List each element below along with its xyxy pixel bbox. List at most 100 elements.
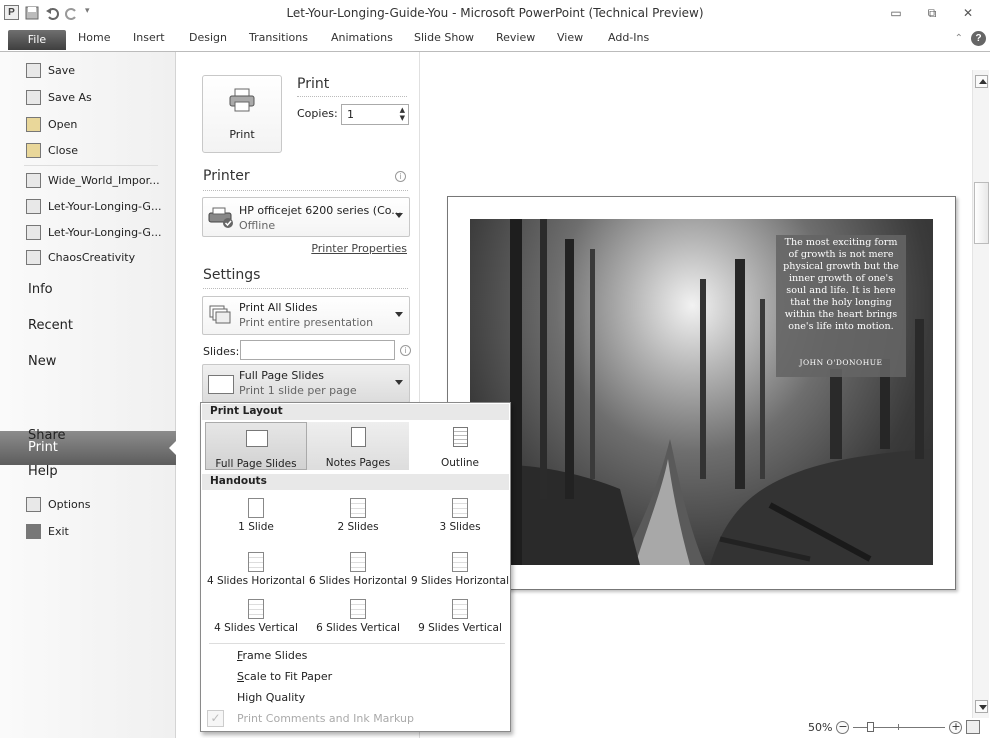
zoom-slider-thumb[interactable] <box>867 721 875 732</box>
minimize-ribbon-icon[interactable]: ⌃ <box>955 33 963 44</box>
info-icon[interactable]: i <box>400 345 411 356</box>
printer-properties-link[interactable]: Printer Properties <box>311 242 407 255</box>
tab-insert[interactable]: Insert <box>133 31 165 44</box>
handout-4-slides-horizontal[interactable]: 4 Slides Horizontal <box>205 552 307 592</box>
nav-close[interactable]: Close <box>26 143 78 158</box>
printer-status: Offline <box>239 219 276 232</box>
zoom-slider[interactable] <box>853 721 946 732</box>
handout-6-slides-vertical[interactable]: 6 Slides Vertical <box>307 599 409 639</box>
scale-to-fit-option[interactable]: Scale to Fit Paper <box>237 670 332 683</box>
close-file-icon <box>26 143 41 158</box>
checkmark-icon: ✓ <box>207 710 224 727</box>
recent-file-3[interactable]: Let-Your-Longing-G... <box>26 225 161 240</box>
high-quality-option[interactable]: High Quality <box>237 691 305 704</box>
recent-file-4[interactable]: ChaosCreativity <box>26 250 135 265</box>
handout-6-vertical-icon <box>350 599 366 619</box>
handout-9-slides-horizontal[interactable]: 9 Slides Horizontal <box>409 552 511 592</box>
recent-file-1[interactable]: Wide_World_Impor... <box>26 173 160 188</box>
print-layout-menu: Print Layout Full Page Slides Notes Page… <box>200 402 511 732</box>
popup-divider <box>209 643 505 644</box>
print-range-dropdown[interactable]: Print All Slides Print entire presentati… <box>202 296 410 335</box>
printer-heading-rule <box>203 190 408 191</box>
nav-exit[interactable]: Exit <box>26 524 69 539</box>
pptx-file-icon <box>26 173 41 188</box>
layout-full-page-slides[interactable]: Full Page Slides <box>205 422 307 470</box>
nav-info[interactable]: Info <box>28 282 53 297</box>
chevron-down-icon <box>395 213 403 218</box>
handout-2-slides[interactable]: 2 Slides <box>307 498 409 538</box>
handout-6-slides-horizontal[interactable]: 6 Slides Horizontal <box>307 552 409 592</box>
slides-input[interactable] <box>240 340 395 360</box>
quote-box: The most exciting form of growth is not … <box>776 235 906 377</box>
tab-transitions[interactable]: Transitions <box>249 31 308 44</box>
close-icon[interactable]: ✕ <box>950 2 986 24</box>
scroll-up-button[interactable] <box>975 75 988 88</box>
tab-animations[interactable]: Animations <box>331 31 393 44</box>
print-button[interactable]: Print <box>202 75 282 153</box>
ribbon-tabs: File Home Insert Design Transitions Anim… <box>0 27 990 52</box>
copies-spinner[interactable]: ▲ ▼ <box>400 106 405 122</box>
nav-options[interactable]: Options <box>26 497 90 512</box>
print-range-label: Print All Slides <box>239 301 318 314</box>
tab-view[interactable]: View <box>557 31 583 44</box>
tab-home[interactable]: Home <box>78 31 110 44</box>
print-layout-dropdown[interactable]: Full Page Slides Print 1 slide per page <box>202 364 410 403</box>
pptx-file-icon <box>26 250 41 265</box>
help-icon[interactable]: ? <box>971 31 986 46</box>
layout-label: Full Page Slides <box>215 458 297 470</box>
zoom-level[interactable]: 50% <box>808 721 832 734</box>
handout-3-slides-icon <box>452 498 468 518</box>
handout-9-slides-vertical[interactable]: 9 Slides Vertical <box>409 599 511 639</box>
ribbon-right-controls: ⌃ ? <box>955 31 986 46</box>
layout-outline[interactable]: Outline <box>409 422 511 470</box>
layout-label: Notes Pages <box>325 457 391 469</box>
pptx-file-icon <box>26 199 41 214</box>
nav-help[interactable]: Help <box>28 464 58 479</box>
printer-dropdown[interactable]: HP officejet 6200 series (Co... Offline <box>202 197 410 237</box>
recent-file-2[interactable]: Let-Your-Longing-G... <box>26 199 161 214</box>
handout-4-slides-vertical[interactable]: 4 Slides Vertical <box>205 599 307 639</box>
layout-notes-pages[interactable]: Notes Pages <box>307 422 409 470</box>
print-layout-heading: Print Layout <box>202 404 509 420</box>
quote-author: JOHN O'DONOHUE <box>799 358 883 367</box>
nav-share[interactable]: Share <box>28 428 66 443</box>
save-as-icon <box>26 90 41 105</box>
handout-label: 4 Slides Horizontal <box>206 575 306 587</box>
scroll-thumb[interactable] <box>974 182 989 244</box>
printer-heading: Printer <box>203 168 250 184</box>
info-icon[interactable]: i <box>395 171 406 182</box>
handout-label: 6 Slides Horizontal <box>308 575 408 587</box>
tab-add-ins[interactable]: Add-Ins <box>608 31 649 44</box>
restore-icon[interactable]: ⧉ <box>914 2 950 24</box>
copies-value: 1 <box>347 108 354 121</box>
minimize-icon[interactable]: ▭ <box>878 2 914 24</box>
scroll-down-button[interactable] <box>975 700 988 713</box>
handout-9-vertical-icon <box>452 599 468 619</box>
printer-icon <box>229 88 255 112</box>
tab-slide-show[interactable]: Slide Show <box>414 31 474 44</box>
preview-scrollbar[interactable] <box>972 70 989 718</box>
settings-heading: Settings <box>203 267 261 283</box>
tab-design[interactable]: Design <box>189 31 227 44</box>
copies-input[interactable]: 1 ▲ ▼ <box>341 104 409 125</box>
zoom-out-icon[interactable]: − <box>836 720 850 734</box>
tab-file[interactable]: File <box>8 30 66 50</box>
chevron-down-icon <box>979 705 987 710</box>
nav-recent[interactable]: Recent <box>28 318 73 333</box>
zoom-to-page-icon[interactable] <box>966 720 981 734</box>
chevron-down-icon <box>395 380 403 385</box>
slides-stack-icon <box>209 305 231 324</box>
handout-label: 6 Slides Vertical <box>316 622 400 634</box>
nav-print[interactable]: Print <box>0 431 177 465</box>
handout-3-slides[interactable]: 3 Slides <box>409 498 511 538</box>
nav-open[interactable]: Open <box>26 117 77 132</box>
tab-review[interactable]: Review <box>496 31 535 44</box>
zoom-in-icon[interactable]: + <box>949 720 963 734</box>
frame-slides-option[interactable]: Frame Slides <box>237 649 307 662</box>
nav-new[interactable]: New <box>28 354 56 369</box>
handout-1-slide[interactable]: 1 Slide <box>205 498 307 538</box>
chevron-up-icon <box>979 79 987 84</box>
nav-save-as[interactable]: Save As <box>26 90 92 105</box>
nav-save[interactable]: Save <box>26 63 75 78</box>
printer-offline-icon <box>208 207 233 228</box>
